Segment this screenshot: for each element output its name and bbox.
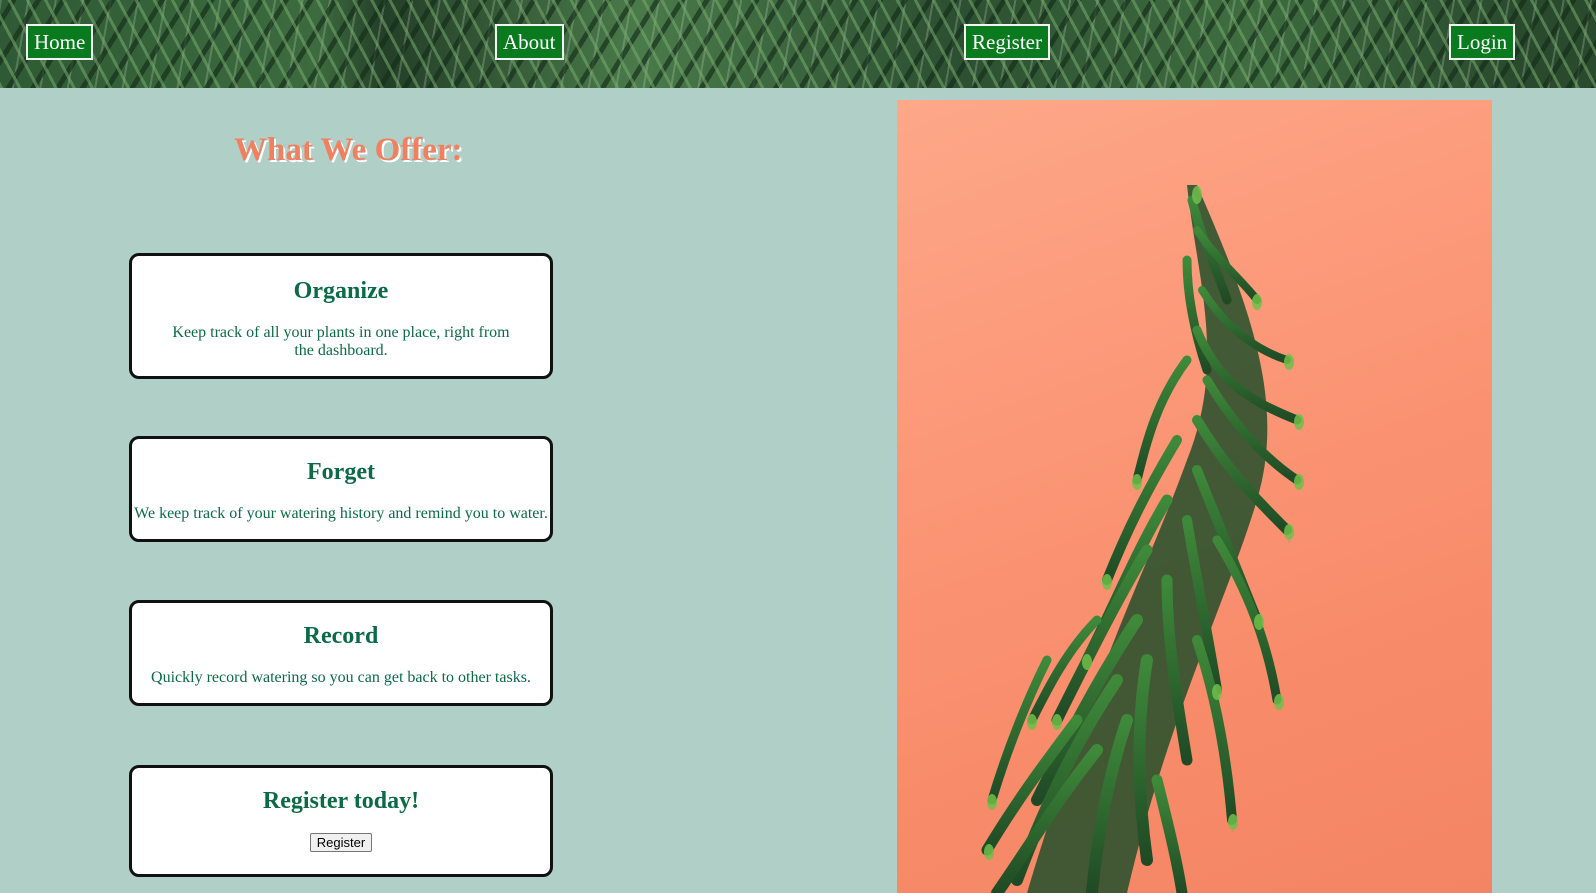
nav-login-button[interactable]: Login: [1449, 24, 1516, 60]
nav-home-button[interactable]: Home: [26, 24, 94, 60]
card-title: Record: [303, 623, 379, 649]
nav-register-button[interactable]: Register: [964, 24, 1050, 60]
card-text: Quickly record watering so you can get b…: [151, 669, 531, 686]
card-title: Forget: [307, 459, 375, 485]
register-button[interactable]: Register: [309, 833, 373, 852]
navbar: Home About Register Login: [0, 0, 1596, 88]
nav-about-button[interactable]: About: [495, 24, 564, 60]
card-title: Organize: [293, 278, 389, 304]
feature-card-record: Record Quickly record watering so you ca…: [129, 600, 553, 706]
card-text: We keep track of your watering history a…: [134, 505, 548, 522]
card-text: Keep track of all your plants in one pla…: [172, 324, 510, 359]
plant-photo: [897, 100, 1492, 893]
feature-card-organize: Organize Keep track of all your plants i…: [129, 253, 553, 379]
card-title: Register today!: [262, 788, 420, 814]
feature-card-forget: Forget We keep track of your watering hi…: [129, 436, 553, 542]
plant-illustration: [981, 185, 1304, 893]
register-card: Register today! Register: [129, 765, 553, 877]
offer-heading: What We Offer:: [234, 132, 463, 168]
